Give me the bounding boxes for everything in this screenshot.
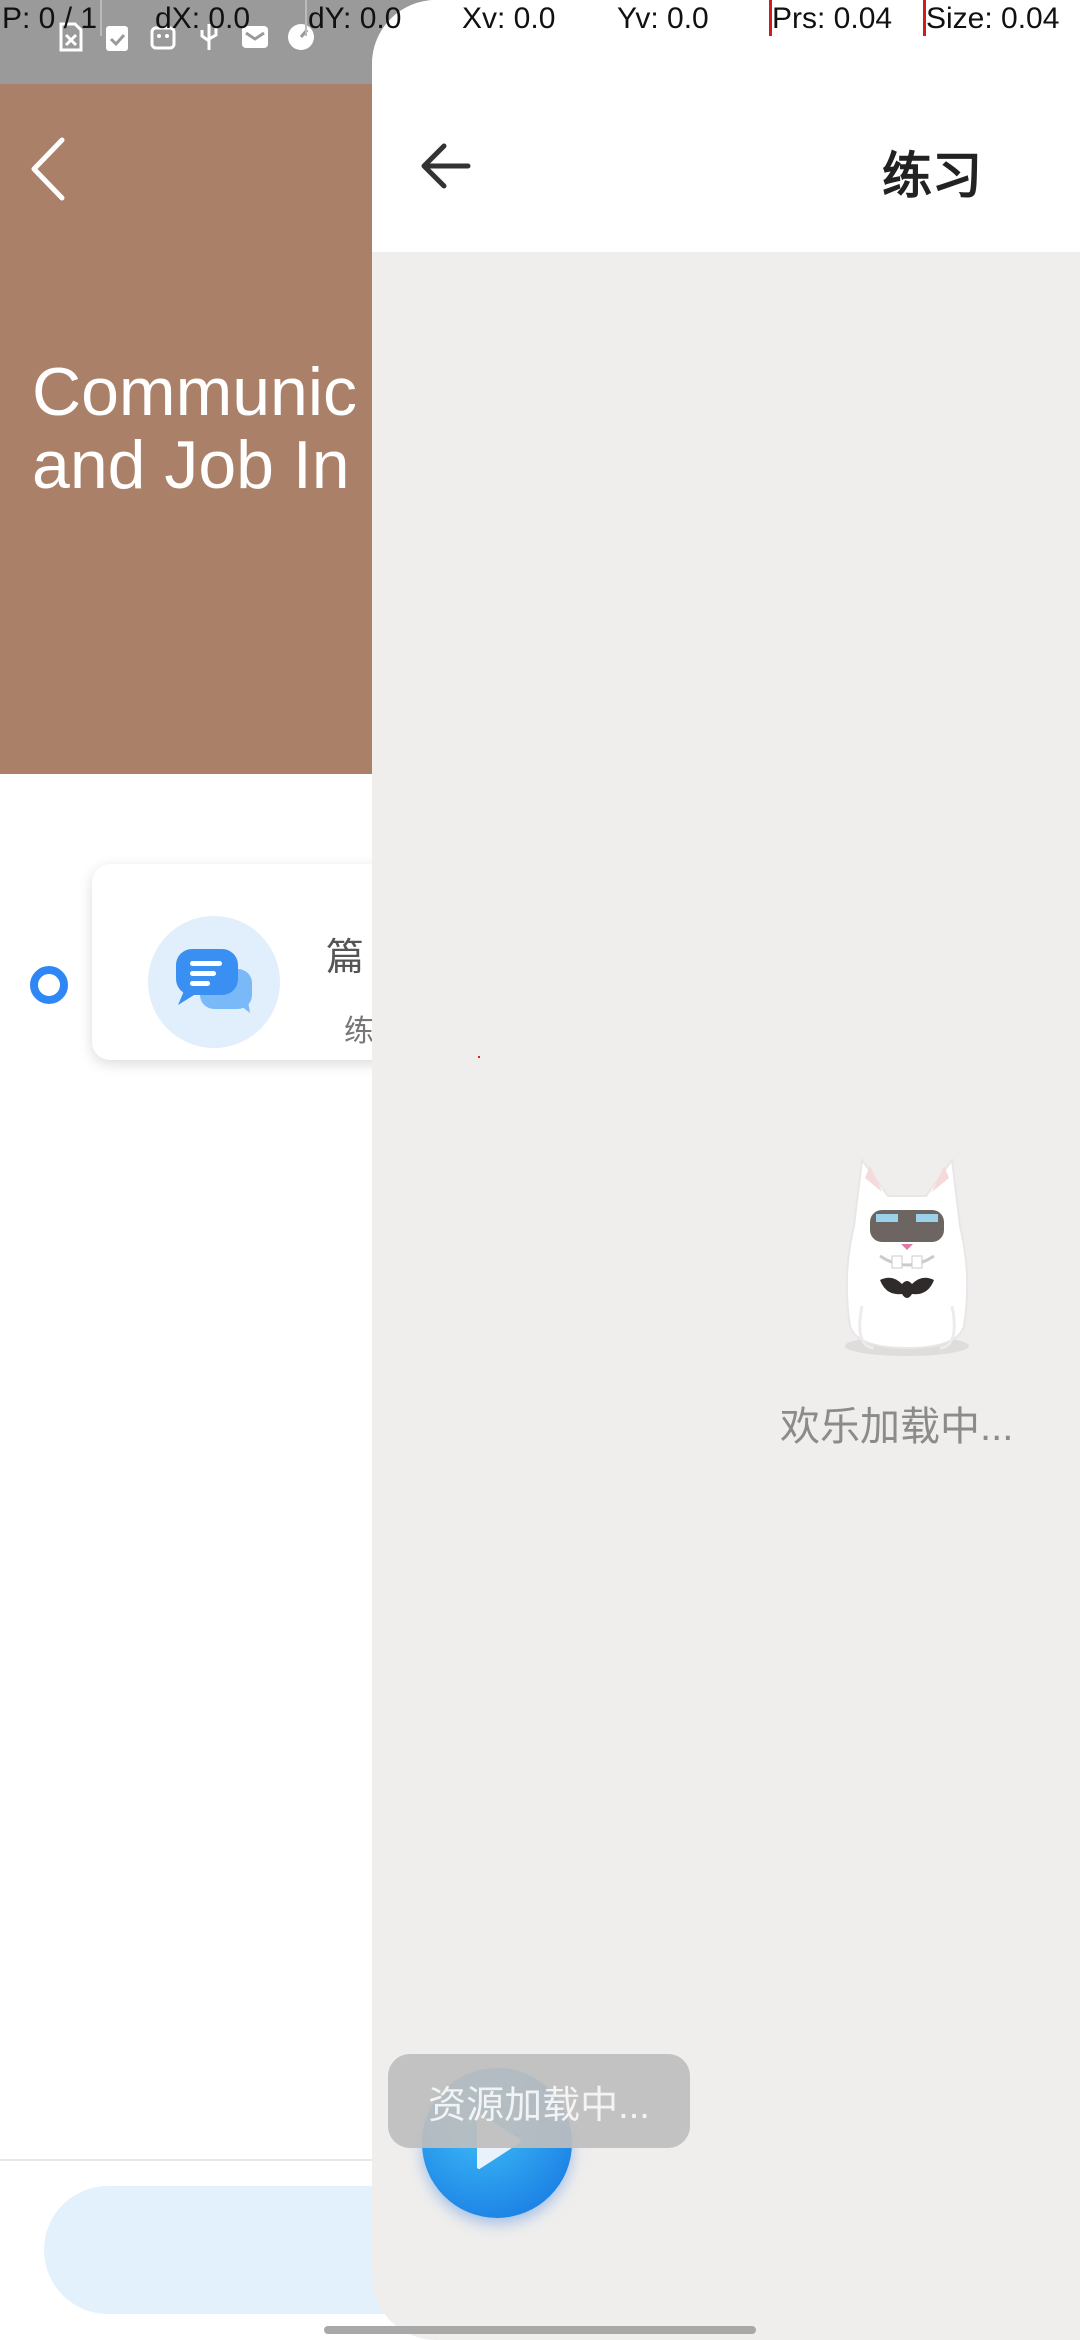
home-indicator[interactable] (324, 2326, 756, 2334)
lesson-subtitle: 练 (344, 1015, 374, 1048)
debug-yv: Yv: 0.0 (617, 2, 709, 35)
panel-title: 练习 (882, 148, 982, 204)
loading-status-text: 欢乐加载中... (780, 1405, 1014, 1449)
debug-dy: dY: 0.0 (308, 2, 402, 35)
lesson-icon-circle (148, 916, 280, 1048)
back-arrow-icon[interactable] (418, 138, 474, 194)
lesson-radio[interactable] (30, 966, 68, 1004)
lesson-title: 篇 (326, 937, 365, 979)
chat-bubble-icon (172, 945, 256, 1020)
toast-text: 资源加载中... (428, 2084, 650, 2127)
debug-dx: dX: 0.0 (155, 2, 251, 35)
debug-xv: Xv: 0.0 (462, 2, 556, 35)
back-chevron-icon[interactable] (28, 134, 68, 204)
debug-size: Size: 0.04 (926, 2, 1060, 35)
loading-toast: 资源加载中... (388, 2054, 690, 2148)
debug-pointer-count: P: 0 / 1 (2, 2, 98, 35)
practice-panel: 练习 欢乐加载中... 资源加载中... (372, 0, 1080, 2340)
debug-pressure: Prs: 0.04 (772, 2, 893, 35)
cat-mascot-icon (832, 1156, 982, 1356)
touch-point-marker (478, 1056, 480, 1058)
pointer-debug-bar: P: 0 / 1 dX: 0.0 dY: 0.0 Xv: 0.0 Yv: 0.0… (0, 0, 1080, 38)
